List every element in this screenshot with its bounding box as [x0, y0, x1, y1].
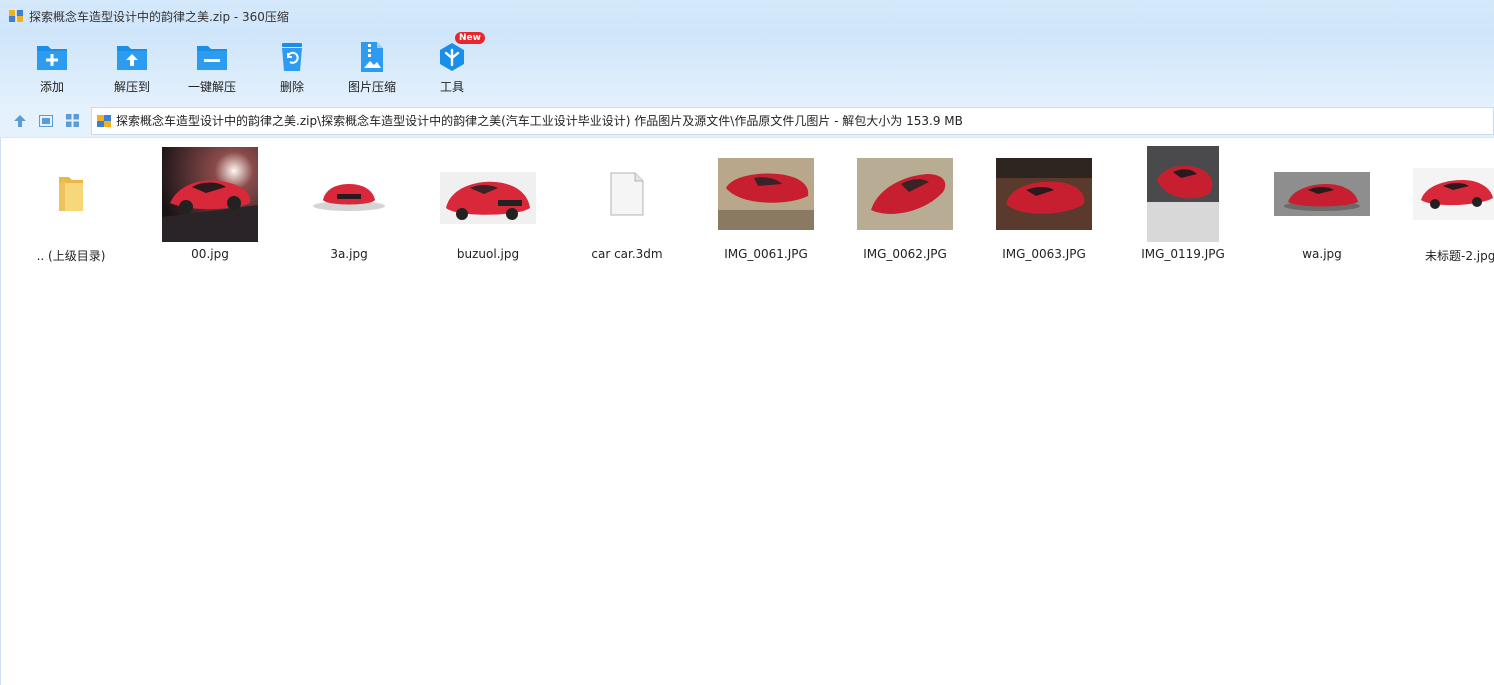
- image-thumbnail: [845, 144, 965, 244]
- file-grid: .. (上级目录) 00.jpg 3a.jpg buzuol.jpg car c…: [0, 138, 1494, 685]
- image-compress-button[interactable]: 图片压缩: [332, 32, 412, 98]
- address-bar: 探索概念车造型设计中的韵律之美.zip\探索概念车造型设计中的韵律之美(汽车工业…: [0, 104, 1494, 138]
- tools-label: 工具: [439, 80, 464, 94]
- file-name: 3a.jpg: [330, 247, 368, 261]
- file-item-img-0062[interactable]: IMG_0062.JPG: [845, 144, 965, 266]
- file-item-img-0063[interactable]: IMG_0063.JPG: [984, 144, 1104, 266]
- image-thumbnail: [706, 144, 826, 244]
- tools-icon: [434, 40, 470, 74]
- details-view-button[interactable]: [33, 108, 59, 134]
- delete-label: 删除: [279, 80, 304, 94]
- image-thumbnail: [984, 144, 1104, 244]
- add-label: 添加: [39, 80, 64, 94]
- image-compress-icon: [354, 40, 390, 74]
- document-icon: [567, 144, 687, 244]
- file-item-wa-jpg[interactable]: wa.jpg: [1262, 144, 1382, 266]
- image-thumbnail: [1401, 144, 1494, 244]
- extract-to-label: 解压到: [113, 80, 150, 94]
- extract-to-icon: [114, 40, 150, 74]
- delete-button[interactable]: 删除: [252, 32, 332, 98]
- file-name: 00.jpg: [191, 247, 229, 261]
- path-text: 探索概念车造型设计中的韵律之美.zip\探索概念车造型设计中的韵律之美(汽车工业…: [116, 114, 963, 128]
- extract-to-button[interactable]: 解压到: [92, 32, 172, 98]
- file-name: IMG_0062.JPG: [863, 247, 947, 261]
- file-item-buzuol-jpg[interactable]: buzuol.jpg: [428, 144, 548, 266]
- file-item-00-jpg[interactable]: 00.jpg: [150, 144, 270, 266]
- one-click-extract-icon: [194, 40, 230, 74]
- archive-icon: [97, 114, 111, 127]
- list-view-icon: [39, 114, 53, 127]
- image-thumbnail: [289, 144, 409, 244]
- title-bar: 探索概念车造型设计中的韵律之美.zip - 360压缩: [0, 0, 1494, 32]
- archive-app-icon: [9, 10, 23, 22]
- file-item-img-0119[interactable]: IMG_0119.JPG: [1123, 144, 1243, 266]
- up-arrow-icon: [14, 114, 26, 127]
- image-compress-label: 图片压缩: [347, 80, 396, 94]
- file-name: 未标题-2.jpg: [1425, 249, 1494, 263]
- file-name: wa.jpg: [1302, 247, 1342, 261]
- tools-button[interactable]: New 工具: [412, 32, 492, 98]
- folder-icon: [11, 144, 131, 244]
- file-item-3a-jpg[interactable]: 3a.jpg: [289, 144, 409, 266]
- thumbnail-view-button[interactable]: [59, 108, 85, 134]
- image-thumbnail: [150, 144, 270, 244]
- file-name: IMG_0063.JPG: [1002, 247, 1086, 261]
- file-name: car car.3dm: [591, 247, 663, 261]
- path-field[interactable]: 探索概念车造型设计中的韵律之美.zip\探索概念车造型设计中的韵律之美(汽车工业…: [91, 106, 1494, 135]
- window-title: 探索概念车造型设计中的韵律之美.zip - 360压缩: [29, 9, 289, 24]
- one-click-extract-button[interactable]: 一键解压: [172, 32, 252, 98]
- add-folder-icon: [34, 40, 70, 74]
- file-name: .. (上级目录): [36, 249, 106, 263]
- add-button[interactable]: 添加: [12, 32, 92, 98]
- file-item-car-car-3dm[interactable]: car car.3dm: [567, 144, 687, 266]
- toolbar: 添加 解压到 一键解压 删除 图片压缩 New 工具: [0, 32, 1494, 104]
- grid-view-icon: [65, 114, 79, 127]
- one-click-extract-label: 一键解压: [187, 80, 236, 94]
- image-thumbnail: [1262, 144, 1382, 244]
- image-thumbnail: [428, 144, 548, 244]
- recycle-bin-icon: [274, 40, 310, 74]
- new-badge: New: [455, 32, 485, 44]
- file-name: buzuol.jpg: [456, 247, 520, 261]
- up-level-button[interactable]: [7, 108, 33, 134]
- file-name: IMG_0061.JPG: [724, 247, 808, 261]
- file-item-parent[interactable]: .. (上级目录): [11, 144, 131, 266]
- image-thumbnail: [1123, 144, 1243, 244]
- file-item-untitled-2[interactable]: 未标题-2.jpg: [1401, 144, 1494, 266]
- file-name: IMG_0119.JPG: [1141, 247, 1225, 261]
- file-item-img-0061[interactable]: IMG_0061.JPG: [706, 144, 826, 266]
